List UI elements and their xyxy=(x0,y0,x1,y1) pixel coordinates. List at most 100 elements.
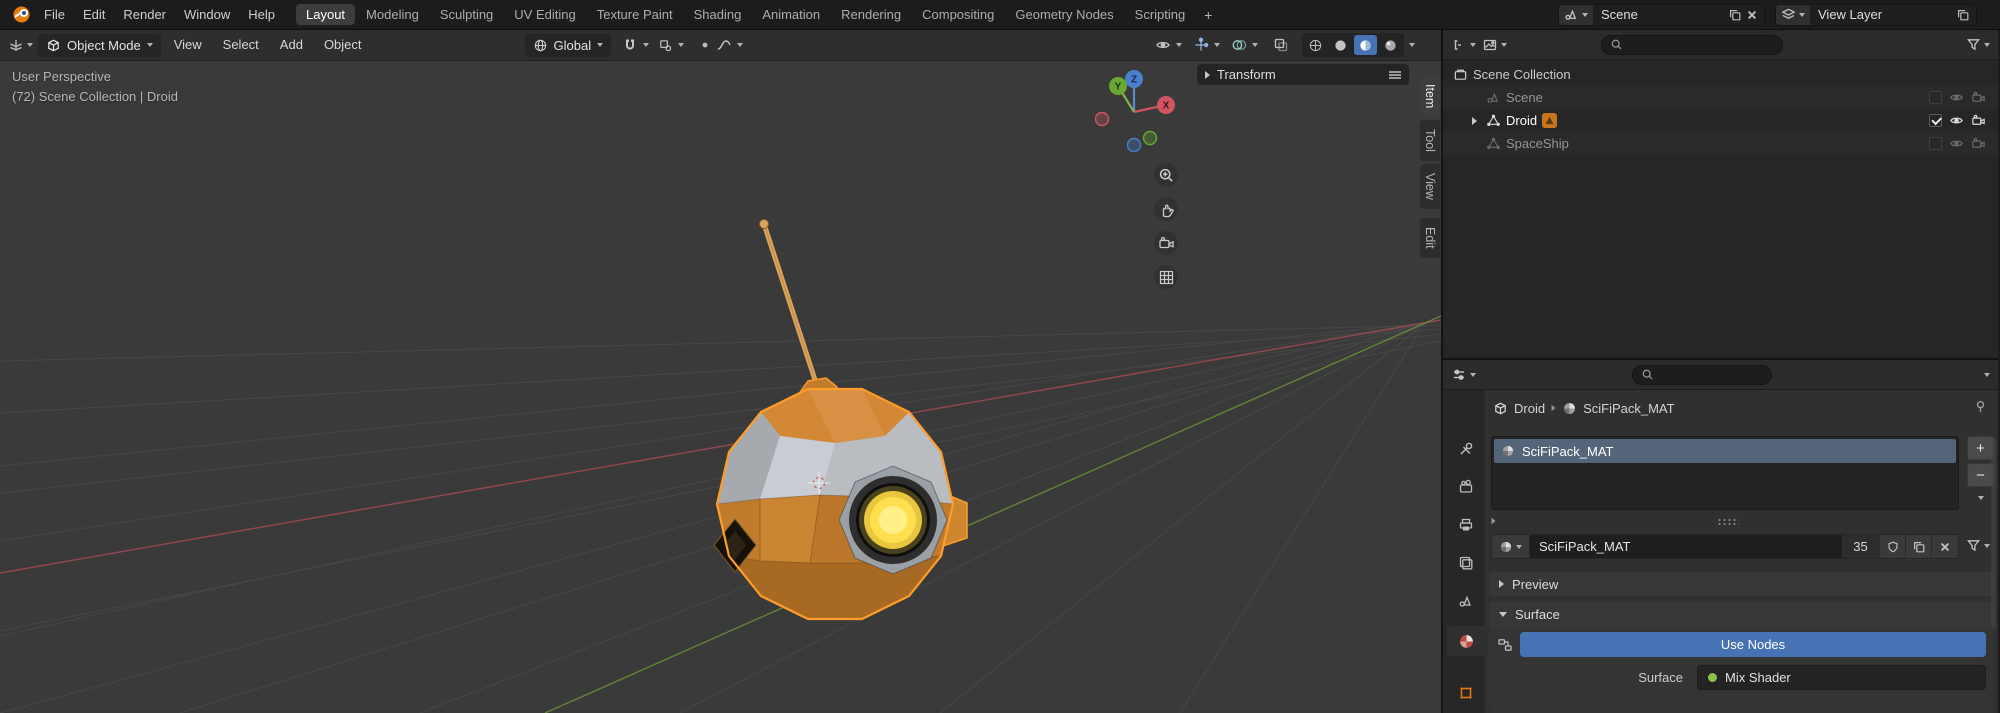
workspace-tab-geometry-nodes[interactable]: Geometry Nodes xyxy=(1005,4,1123,25)
blender-logo-icon[interactable] xyxy=(8,5,35,24)
eye-icon[interactable] xyxy=(1949,113,1964,128)
material-slot-list[interactable]: SciFiPack_MAT xyxy=(1491,436,1959,510)
menu-render[interactable]: Render xyxy=(114,0,175,29)
properties-search-input[interactable] xyxy=(1659,368,1763,382)
outliner-editor-type-button[interactable] xyxy=(1451,37,1476,53)
menu-edit[interactable]: Edit xyxy=(74,0,114,29)
expand-arrow-icon[interactable] xyxy=(1492,518,1496,524)
workspace-tab-texture-paint[interactable]: Texture Paint xyxy=(587,4,683,25)
snap-settings-chevron-icon[interactable] xyxy=(643,43,649,47)
render-camera-icon[interactable] xyxy=(1971,113,1986,128)
perspective-toggle-icon[interactable] xyxy=(1154,265,1178,289)
remove-slot-button[interactable]: − xyxy=(1967,463,1994,487)
use-nodes-button[interactable]: Use Nodes xyxy=(1520,632,1986,657)
tab-material-icon[interactable] xyxy=(1447,626,1485,656)
transform-orientation-dropdown[interactable]: Global xyxy=(525,34,612,57)
eye-icon[interactable] xyxy=(1949,136,1964,151)
properties-editor-type-button[interactable] xyxy=(1451,367,1476,383)
snap-magnet-icon[interactable] xyxy=(622,37,638,53)
scrollbar[interactable] xyxy=(1991,438,1996,628)
new-material-icon[interactable] xyxy=(1906,535,1932,558)
expand-arrow-icon[interactable] xyxy=(1472,117,1477,125)
material-name-field[interactable]: SciFiPack_MAT xyxy=(1530,535,1842,558)
browse-view-layer-button[interactable] xyxy=(1776,5,1810,25)
selectability-checkbox[interactable] xyxy=(1929,114,1942,127)
zoom-icon[interactable] xyxy=(1154,163,1178,187)
outliner-display-mode-button[interactable] xyxy=(1482,37,1507,53)
outliner-row-droid[interactable]: Droid xyxy=(1443,109,1998,132)
navigation-gizmo[interactable]: Z Y X xyxy=(1093,66,1177,154)
browse-scene-button[interactable] xyxy=(1559,5,1593,25)
surface-panel-header[interactable]: Surface xyxy=(1489,602,1994,626)
shading-material-preview-icon[interactable] xyxy=(1354,35,1377,55)
new-scene-icon[interactable] xyxy=(1728,8,1742,22)
pin-icon[interactable] xyxy=(1973,399,1988,414)
browse-material-button[interactable] xyxy=(1492,535,1530,558)
menu-window[interactable]: Window xyxy=(175,0,239,29)
workspace-tab-uv-editing[interactable]: UV Editing xyxy=(504,4,585,25)
editor-type-button[interactable] xyxy=(8,37,33,53)
outliner-search[interactable] xyxy=(1601,35,1783,55)
tab-object-icon[interactable] xyxy=(1447,678,1485,708)
fake-user-shield-icon[interactable] xyxy=(1880,535,1906,558)
outliner-search-input[interactable] xyxy=(1628,38,1774,52)
object-visibility-icon[interactable] xyxy=(1155,37,1171,53)
xray-toggle-icon[interactable] xyxy=(1273,37,1289,53)
workspace-tab-compositing[interactable]: Compositing xyxy=(912,4,1004,25)
shading-wireframe-icon[interactable] xyxy=(1304,35,1327,55)
tab-tool[interactable]: Tool xyxy=(1420,120,1440,161)
tab-item[interactable]: Item xyxy=(1420,75,1440,117)
render-camera-icon[interactable] xyxy=(1971,90,1986,105)
shading-options-chevron-icon[interactable] xyxy=(1409,43,1415,47)
menu-select[interactable]: Select xyxy=(215,30,267,60)
view-layer-name[interactable]: View Layer xyxy=(1810,7,1956,22)
workspace-tab-layout[interactable]: Layout xyxy=(296,4,355,25)
workspace-tab-animation[interactable]: Animation xyxy=(752,4,830,25)
outliner-row-spaceship[interactable]: SpaceShip xyxy=(1443,132,1998,155)
datablock-filter-button[interactable] xyxy=(1966,538,1990,553)
snap-with-icon[interactable] xyxy=(658,38,673,53)
preview-panel-header[interactable]: Preview xyxy=(1489,572,1994,596)
filter-button[interactable] xyxy=(1966,37,1990,52)
workspace-tab-shading[interactable]: Shading xyxy=(684,4,752,25)
selectability-checkbox[interactable] xyxy=(1929,91,1942,104)
unlink-scene-icon[interactable] xyxy=(1746,9,1758,21)
falloff-curve-icon[interactable] xyxy=(716,37,732,53)
transform-panel-header[interactable]: Transform xyxy=(1197,64,1409,85)
list-resize-grip[interactable] xyxy=(1717,518,1739,525)
unlink-material-icon[interactable] xyxy=(1932,535,1958,558)
panel-menu-icon[interactable] xyxy=(1389,71,1401,79)
properties-search[interactable] xyxy=(1632,365,1772,385)
slot-specials-button[interactable] xyxy=(1967,490,1994,506)
add-workspace-button[interactable]: + xyxy=(1196,5,1220,25)
tab-scene-icon[interactable] xyxy=(1447,586,1485,616)
tab-view[interactable]: View xyxy=(1420,164,1440,209)
breadcrumb-object[interactable]: Droid xyxy=(1514,401,1545,416)
surface-shader-dropdown[interactable]: Mix Shader xyxy=(1697,665,1986,690)
tab-view-layer-icon[interactable] xyxy=(1447,548,1485,578)
scene-name[interactable]: Scene xyxy=(1593,7,1728,22)
show-gizmos-icon[interactable] xyxy=(1193,37,1209,53)
eye-icon[interactable] xyxy=(1949,90,1964,105)
new-view-layer-icon[interactable] xyxy=(1956,8,1970,22)
header-options-chevron-icon[interactable] xyxy=(1984,373,1990,377)
outliner-row-scene[interactable]: Scene xyxy=(1443,86,1998,109)
droid-model[interactable] xyxy=(640,211,980,671)
menu-view[interactable]: View xyxy=(166,30,210,60)
breadcrumb-material[interactable]: SciFiPack_MAT xyxy=(1583,401,1675,416)
proportional-editing-icon[interactable] xyxy=(699,39,711,51)
tab-tool-icon[interactable] xyxy=(1447,434,1485,464)
tab-output-icon[interactable] xyxy=(1447,510,1485,540)
menu-file[interactable]: File xyxy=(35,0,74,29)
tab-render-icon[interactable] xyxy=(1447,472,1485,502)
tab-edit[interactable]: Edit xyxy=(1420,218,1440,258)
workspace-tab-rendering[interactable]: Rendering xyxy=(831,4,911,25)
add-slot-button[interactable]: + xyxy=(1967,436,1994,460)
outliner-row-scene-collection[interactable]: Scene Collection xyxy=(1443,63,1998,86)
render-camera-icon[interactable] xyxy=(1971,136,1986,151)
shading-solid-icon[interactable] xyxy=(1329,35,1352,55)
camera-view-icon[interactable] xyxy=(1154,231,1178,255)
workspace-tab-sculpting[interactable]: Sculpting xyxy=(430,4,503,25)
menu-object[interactable]: Object xyxy=(316,30,370,60)
workspace-tab-scripting[interactable]: Scripting xyxy=(1125,4,1196,25)
